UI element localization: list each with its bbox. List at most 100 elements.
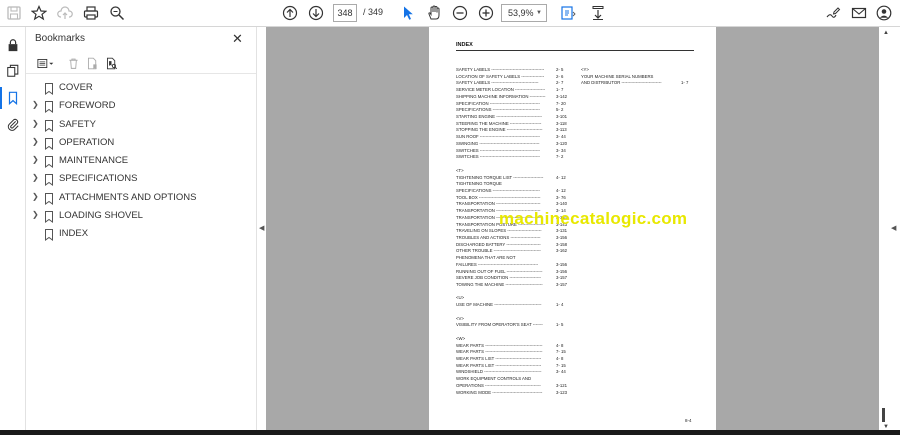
index-page-ref: 3-123 [556,389,567,395]
index-entry: SEVERE JOB CONDITION -------------------… [456,275,541,281]
index-page-ref: 5- 2 [556,107,564,113]
bookmark-item-operation[interactable]: ❯ OPERATION [26,134,256,152]
index-page-ref: 3-156 [556,268,567,274]
delete-bookmark-icon[interactable] [65,55,81,71]
page-thumbnails-icon[interactable] [4,62,22,80]
save-icon[interactable] [4,3,24,23]
chevron-right-icon[interactable]: ❯ [32,210,39,219]
bookmark-options-icon[interactable] [35,55,57,71]
bookmark-list: COVER ❯ FOREWORD ❯ SAFETY ❯ OPERATION ❯ … [26,79,256,244]
bookmark-item-specifications[interactable]: ❯ SPECIFICATIONS [26,170,256,188]
index-page-ref: 1- 5 [556,322,564,328]
zoom-level-select[interactable]: 53,9% ▼ [501,4,547,22]
bookmarks-panel-icon[interactable] [4,89,22,107]
index-entry: <V> [456,315,464,321]
bookmark-flag-icon [44,192,54,205]
bookmark-flag-icon [44,82,54,95]
index-page-ref: 7- 20 [556,100,566,106]
index-entry: <T> [456,167,464,173]
index-page-ref: 3-121 [556,382,567,388]
index-entry: OTHER TROUBLE --------------------------… [456,248,541,254]
index-entry: VISIBILITY FROM OPERATOR'S SEAT ------- [456,322,543,328]
index-page-ref: 4- 12 [556,187,566,193]
index-entry: <W> [456,335,466,341]
chevron-right-icon[interactable]: ❯ [32,192,39,201]
index-entry: SWINGING -------------------------------… [456,140,540,146]
index-page-ref: 3-140 [556,201,567,207]
bookmark-label: SPECIFICATIONS [59,173,138,185]
index-entry: LOCATION OF SAFETY LABELS --------------… [456,73,545,79]
hand-tool-icon[interactable] [424,3,444,23]
chevron-right-icon[interactable]: ❯ [32,173,39,182]
bookmark-item-attachments[interactable]: ❯ ATTACHMENTS AND OPTIONS [26,189,256,207]
new-bookmark-icon[interactable] [84,55,100,71]
bookmark-item-safety[interactable]: ❯ SAFETY [26,116,256,134]
bookmark-item-cover[interactable]: COVER [26,79,256,97]
scroll-up-icon[interactable]: ▲ [883,30,889,36]
zoom-search-icon[interactable] [107,3,127,23]
chevron-right-icon[interactable]: ❯ [32,100,39,109]
index-page-ref: 2- 6 [556,73,564,79]
chevron-right-icon[interactable]: ❯ [32,155,39,164]
index-entry: SAFETY LABELS --------------------------… [456,67,545,72]
index-page-ref: 3- 44 [556,134,566,140]
vertical-scrollbar[interactable] [879,27,900,435]
document-viewport[interactable]: INDEX SAFETY LABELS --------------------… [266,27,879,430]
zoom-in-icon[interactable] [476,3,496,23]
bookmarks-panel: Bookmarks ✕ COVER ❯ FOREWORD ❯ SAFETY ❯ … [26,27,256,435]
previous-page-icon[interactable] [280,3,300,23]
zoom-out-icon[interactable] [450,3,470,23]
index-page-ref: 3-157 [556,282,567,288]
chevron-right-icon[interactable]: ❯ [32,119,39,128]
bookmark-star-icon[interactable] [29,3,49,23]
index-entry: OPERATIONS -----------------------------… [456,382,541,388]
index-page-ref: 3-113 [556,127,567,133]
bookmark-flag-icon [44,228,54,242]
index-entry: FAILURES -------------------------------… [456,261,539,267]
next-page-icon[interactable] [306,3,326,23]
index-entry: SWITCHES -------------------------------… [456,154,540,160]
zoom-level-value: 53,9% [508,8,534,18]
mail-icon[interactable] [849,3,869,23]
select-cursor-icon[interactable] [398,3,418,23]
index-entry: WINDSHIELD -----------------------------… [456,369,542,375]
bookmark-label: MAINTENANCE [59,155,129,167]
index-entry: SPECIFICATIONS -------------------------… [456,187,540,193]
index-entry: SWITCHES -------------------------------… [456,147,540,153]
chevron-right-icon[interactable]: ❯ [32,137,39,146]
account-icon[interactable] [874,3,894,23]
bookmark-item-index[interactable]: INDEX [26,225,256,243]
bookmark-flag-icon [44,155,54,169]
page-heading: INDEX [456,42,473,48]
index-entry: SUN ROOF -------------------------------… [456,134,540,140]
index-page-ref: 3-158 [556,241,567,247]
index-page-ref: 2- 7 [556,80,564,86]
index-entry: WEAR PARTS -----------------------------… [456,349,543,355]
index-entry: STARTING ENGINE ------------------------… [456,114,542,120]
bookmark-item-maintenance[interactable]: ❯ MAINTENANCE [26,152,256,170]
collapse-panel-icon[interactable]: ◀ [259,224,264,232]
sign-pen-icon[interactable] [823,3,843,23]
upload-cloud-icon[interactable] [55,3,75,23]
index-entry: WEAR PARTS -----------------------------… [456,342,543,348]
index-entry: TOOL BOX -------------------------------… [456,194,541,200]
index-entry: STOPPING THE ENGINE --------------------… [456,127,543,133]
print-icon[interactable] [81,3,101,23]
panel-splitter[interactable]: ◀ [256,27,266,435]
attachment-icon[interactable] [4,115,22,133]
bookmark-item-foreword[interactable]: ❯ FOREWORD [26,97,256,115]
bookmark-item-loading-shovel[interactable]: ❯ LOADING SHOVEL [26,207,256,225]
close-icon[interactable]: ✕ [232,31,243,47]
scrollbar-thumb[interactable] [882,408,885,422]
page-fit-icon[interactable] [558,3,578,23]
scroll-mode-icon[interactable] [588,3,608,23]
lock-icon[interactable] [4,36,22,54]
find-bookmark-icon[interactable] [103,55,119,71]
bookmark-label: SAFETY [59,118,96,130]
bookmark-flag-icon [44,100,54,114]
expand-right-panel-icon[interactable]: ◀ [891,224,896,232]
page-number-input[interactable]: 348 [333,4,357,22]
index-entry: TIGHTENING TORQUE [456,181,502,187]
index-page-ref: 3- 76 [556,194,566,200]
index-entry: SPECIFICATIONS -------------------------… [456,107,540,113]
